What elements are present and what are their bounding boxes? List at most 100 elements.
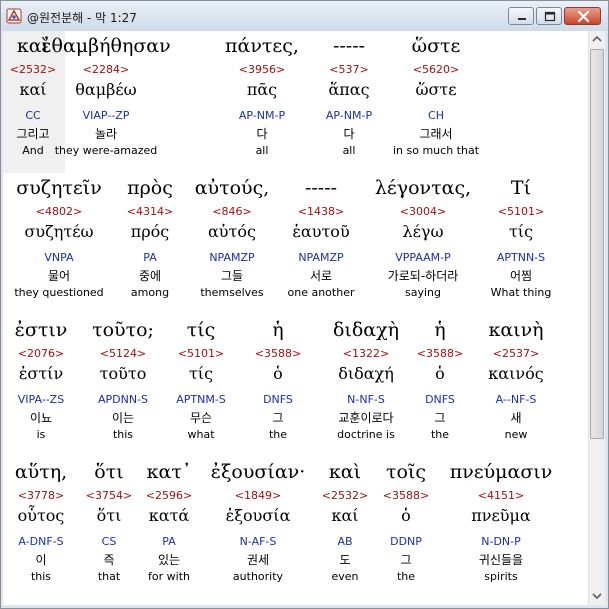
word-column[interactable]: τοῖς <3588> ὁ DDNP 그 the bbox=[383, 461, 429, 584]
english-gloss: they were-amazed bbox=[54, 144, 158, 157]
strong-number: <2596> bbox=[145, 489, 193, 502]
word-column[interactable]: διδαχὴ <1322> διδαχή N-NF-S 교훈이로다 doctrine is bbox=[333, 319, 399, 442]
lexical-form: διδαχή bbox=[338, 364, 394, 383]
greek-word: καὶ bbox=[328, 461, 362, 483]
close-button[interactable] bbox=[564, 7, 601, 25]
parsing-code: AP-NM-P bbox=[238, 109, 286, 122]
word-column[interactable]: ἡ <3588> ὁ DNFS 그 the bbox=[417, 319, 463, 442]
scroll-down-arrow-icon[interactable] bbox=[589, 587, 605, 604]
strong-number: <2537> bbox=[492, 347, 540, 360]
greek-word: καινὴ bbox=[488, 319, 544, 341]
lexical-form: πνεῦμα bbox=[471, 506, 531, 525]
strong-number: <2532> bbox=[321, 489, 369, 502]
greek-word: διδαχὴ bbox=[332, 319, 400, 341]
greek-word: ἐξουσίαν· bbox=[210, 461, 306, 483]
english-gloss: even bbox=[331, 570, 359, 583]
korean-gloss: 무슨 bbox=[189, 411, 213, 425]
korean-gloss: 그래서 bbox=[419, 127, 453, 141]
parsing-code: DDNP bbox=[390, 535, 422, 548]
strong-number: <3588> bbox=[416, 347, 464, 360]
english-gloss: authority bbox=[232, 570, 284, 583]
parsing-code: A--NF-S bbox=[495, 393, 537, 406]
english-gloss: what bbox=[187, 428, 215, 441]
parsing-code: APDNN-S bbox=[97, 393, 149, 406]
vertical-scrollbar[interactable] bbox=[588, 31, 605, 605]
korean-gloss: 있는 bbox=[157, 553, 181, 567]
strong-number: <3754> bbox=[85, 489, 133, 502]
title-bar[interactable]: @원전분해 - 막 1:27 bbox=[1, 1, 608, 31]
word-column[interactable]: ἐστιν <2076> ἐστίν VIPA--ZS 이뇨 is bbox=[15, 319, 68, 442]
english-gloss: for with bbox=[148, 570, 190, 583]
parsing-code: VIAP--ZP bbox=[82, 109, 130, 122]
verse-line-4: αὕτη, <3778> οὗτος A-DNF-S 이 this ὅτι <3754> ὅτι… bbox=[3, 457, 588, 605]
parsing-code: N-DN-P bbox=[481, 535, 521, 548]
word-column[interactable]: καινὴ <2537> καινός A--NF-S 새 new bbox=[488, 319, 543, 442]
korean-gloss: 이는 bbox=[111, 411, 135, 425]
word-column[interactable]: τίς <5101> τίς APTNM-S 무슨 what bbox=[176, 319, 226, 442]
word-column[interactable]: ἐθαμβήθησαν <2284> θαμβέω VIAP--ZP 놀라 they we… bbox=[41, 35, 170, 158]
greek-word: τοῦτο; bbox=[92, 319, 154, 341]
korean-gloss: 그 bbox=[272, 411, 284, 425]
parsing-code: AB bbox=[337, 535, 353, 548]
word-column[interactable]: ἡ <3588> ὁ DNFS 그 the bbox=[255, 319, 301, 442]
word-column[interactable]: Τί <5101> τίς APTNN-S 어찜 What thing bbox=[491, 177, 552, 300]
english-gloss: one another bbox=[287, 286, 355, 299]
word-column[interactable]: αὐτούς, <846> αὐτός NPAMZP 그들 themselves bbox=[195, 177, 270, 300]
lexical-form: ἅπας bbox=[328, 80, 370, 99]
word-column[interactable]: λέγοντας, <3004> λέγω VPPAAM-P 가로되-하더라 saying bbox=[375, 177, 471, 300]
strong-number: <3778> bbox=[17, 489, 65, 502]
word-column[interactable]: κατ᾽ <2596> κατά PA 있는 for with bbox=[146, 461, 192, 584]
korean-gloss: 그 bbox=[434, 411, 446, 425]
strong-number: <2284> bbox=[82, 63, 130, 76]
parsing-code: VNPA bbox=[44, 251, 74, 264]
english-gloss: among bbox=[130, 286, 170, 299]
word-column[interactable]: πνεύμασιν <4151> πνεῦμα N-DN-P 귀신들을 spirits bbox=[450, 461, 553, 584]
english-gloss: is bbox=[36, 428, 46, 441]
parsing-code: DNFS bbox=[263, 393, 293, 406]
strong-number: <5101> bbox=[177, 347, 225, 360]
strong-number: <846> bbox=[212, 205, 252, 218]
strong-number: <5124> bbox=[99, 347, 147, 360]
strong-number: <5101> bbox=[497, 205, 545, 218]
word-column[interactable]: τοῦτο; <5124> τοῦτο APDNN-S 이는 this bbox=[92, 319, 154, 442]
greek-word: ----- bbox=[332, 35, 366, 57]
scroll-up-arrow-icon[interactable] bbox=[589, 31, 605, 48]
word-column[interactable]: ἐξουσίαν· <1849> ἐξουσία N-AF-S 권세 authority bbox=[211, 461, 306, 584]
english-gloss: they questioned bbox=[14, 286, 104, 299]
korean-gloss: 놀라 bbox=[94, 127, 118, 141]
word-column[interactable]: ὥστε <5620> ὥστε CH 그래서 in so much that bbox=[393, 35, 479, 158]
english-gloss: themselves bbox=[200, 286, 264, 299]
minimize-button[interactable] bbox=[508, 7, 534, 25]
scrollbar-thumb[interactable] bbox=[590, 49, 604, 439]
korean-gloss: 권세 bbox=[246, 553, 270, 567]
word-column[interactable]: ----- <1438> ἑαυτοῦ NPAMZP 서로 one another bbox=[288, 177, 355, 300]
parsing-code: PA bbox=[143, 251, 157, 264]
word-column[interactable]: πρὸς <4314> πρός PA 중에 among bbox=[127, 177, 173, 300]
lexical-form: ὁ bbox=[273, 364, 283, 383]
greek-word: τοῖς bbox=[385, 461, 427, 483]
word-column[interactable]: πάντες, <3956> πᾶς AP-NM-P 다 all bbox=[225, 35, 299, 158]
maximize-button[interactable] bbox=[536, 7, 562, 25]
word-column[interactable]: ----- <537> ἅπας AP-NM-P 다 all bbox=[326, 35, 372, 158]
parsing-code: NPAMZP bbox=[298, 251, 344, 264]
english-gloss: the bbox=[396, 570, 416, 583]
greek-word: πάντες, bbox=[225, 35, 299, 57]
greek-word: ὥστε bbox=[411, 35, 461, 57]
word-column[interactable]: ὅτι <3754> ὅτι CS 즉 that bbox=[86, 461, 132, 584]
greek-word: Τί bbox=[510, 177, 532, 199]
korean-gloss: 그들 bbox=[220, 269, 244, 283]
parsing-code: N-AF-S bbox=[239, 535, 277, 548]
lexical-form: ἐστίν bbox=[18, 364, 64, 383]
word-column[interactable]: αὕτη, <3778> οὗτος A-DNF-S 이 this bbox=[15, 461, 67, 584]
lexical-form: τοῦτο bbox=[99, 364, 147, 383]
lexical-form: πρός bbox=[130, 222, 170, 241]
strong-number: <5620> bbox=[412, 63, 460, 76]
korean-gloss: 그 bbox=[400, 553, 412, 567]
word-column[interactable]: καὶ <2532> καί AB 도 even bbox=[322, 461, 368, 584]
english-gloss: this bbox=[30, 570, 52, 583]
parsing-code: N-NF-S bbox=[347, 393, 385, 406]
word-column[interactable]: συζητεῖν <4802> συζητέω VNPA 물어 they question… bbox=[14, 177, 103, 300]
parsing-code: AP-NM-P bbox=[325, 109, 373, 122]
greek-word: ----- bbox=[304, 177, 338, 199]
greek-word: πρὸς bbox=[127, 177, 173, 199]
